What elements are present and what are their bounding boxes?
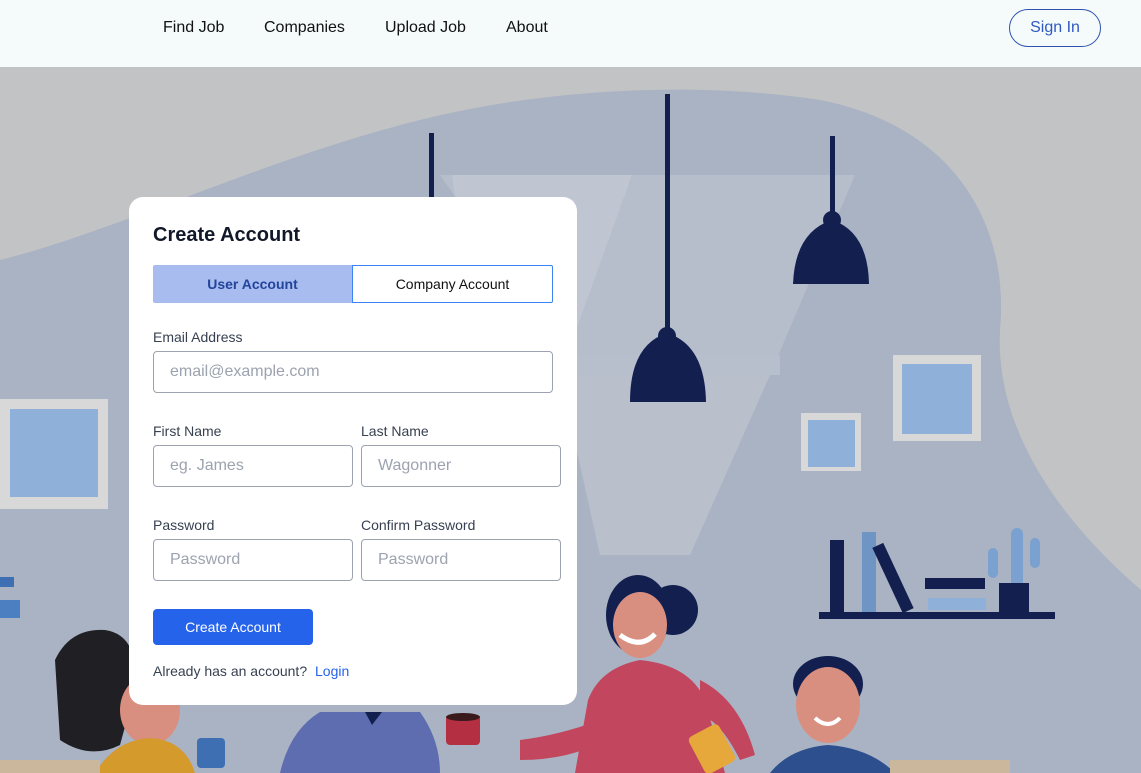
tab-user-account[interactable]: User Account (153, 265, 352, 303)
confirm-password-field[interactable] (361, 539, 561, 581)
confirm-password-label: Confirm Password (361, 517, 476, 533)
login-link[interactable]: Login (315, 663, 349, 679)
password-label: Password (153, 517, 215, 533)
nav-link-upload-job[interactable]: Upload Job (385, 18, 466, 38)
password-field[interactable] (153, 539, 353, 581)
tab-company-account[interactable]: Company Account (352, 265, 553, 303)
nav-link-companies[interactable]: Companies (264, 18, 345, 38)
nav-link-find-job[interactable]: Find Job (163, 18, 224, 38)
first-name-field[interactable] (153, 445, 353, 487)
card-title: Create Account (153, 224, 301, 246)
nav-link-about[interactable]: About (506, 18, 548, 38)
already-have-account-text: Already has an account? (153, 663, 308, 679)
create-account-button[interactable]: Create Account (153, 609, 313, 645)
create-account-card: Create Account User Account Company Acco… (129, 197, 577, 705)
email-field[interactable] (153, 351, 553, 393)
last-name-field[interactable] (361, 445, 561, 487)
email-label: Email Address (153, 329, 243, 345)
sign-in-button[interactable]: Sign In (1009, 9, 1101, 47)
last-name-label: Last Name (361, 423, 429, 439)
top-navbar: Find Job Companies Upload Job About Sign… (0, 0, 1141, 67)
first-name-label: First Name (153, 423, 222, 439)
